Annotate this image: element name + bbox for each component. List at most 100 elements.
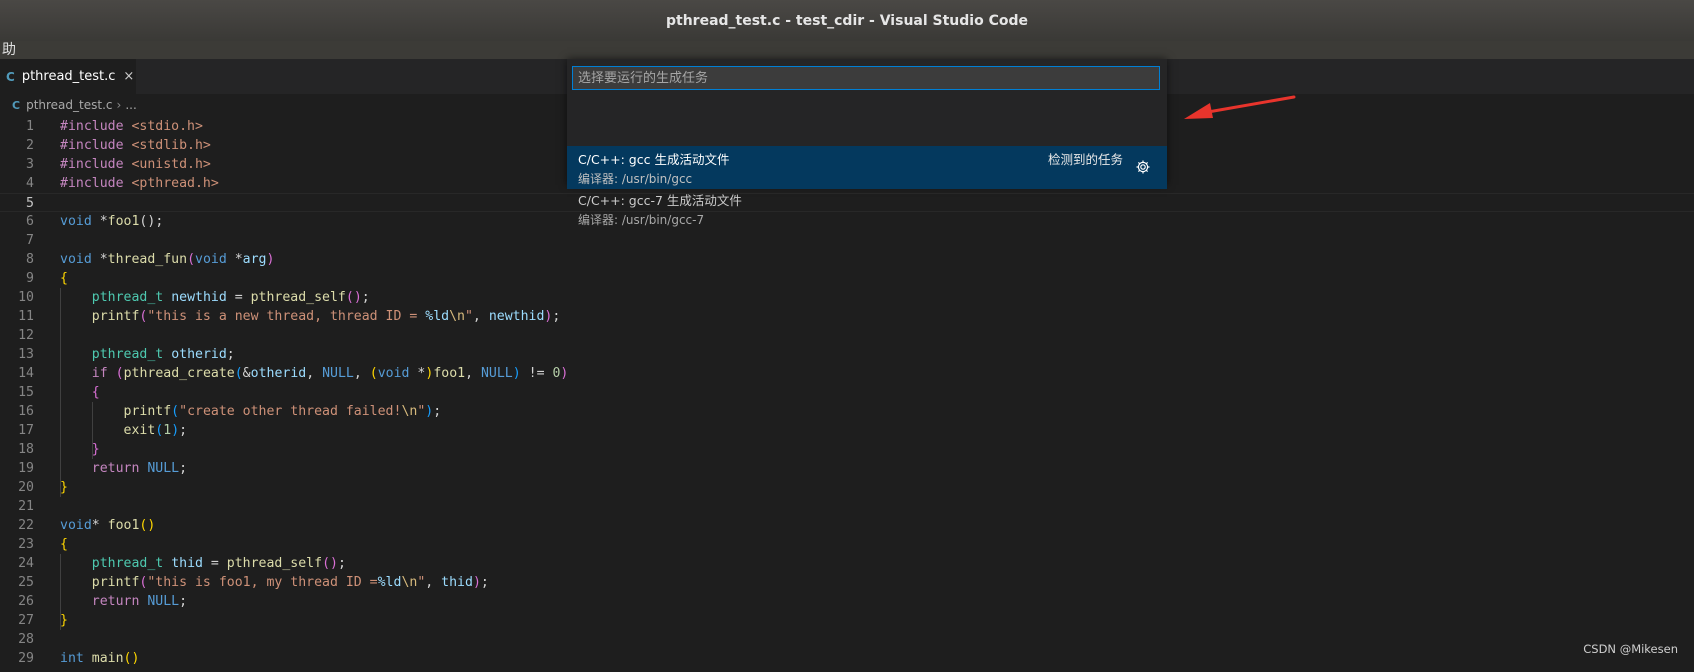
code-token: (: [115, 366, 124, 381]
line-number: 12: [18, 328, 34, 343]
quick-pick-item-gcc-7[interactable]: C/C++: gcc-7 生成活动文件 编译器: /usr/bin/gcc-7: [567, 187, 1167, 230]
code-line[interactable]: 12: [0, 326, 1694, 345]
code-token: void: [377, 366, 410, 381]
close-icon[interactable]: ×: [123, 69, 134, 84]
code-token: ": [464, 309, 473, 324]
code-text: pthread_t thid = pthread_self();: [60, 554, 346, 573]
code-token: NULL: [322, 366, 354, 381]
code-text: {: [60, 383, 100, 402]
menu-bar[interactable]: 助: [0, 41, 1694, 59]
code-token: {: [60, 537, 68, 552]
code-token: 1: [163, 423, 172, 438]
code-line[interactable]: 24 pthread_t thid = pthread_self();: [0, 554, 1694, 573]
code-line[interactable]: 25 printf("this is foo1, my thread ID =%…: [0, 573, 1694, 592]
code-token: {: [91, 385, 100, 400]
code-line[interactable]: 22 void* foo1(): [0, 516, 1694, 535]
code-line[interactable]: 16 printf("create other thread failed!\n…: [0, 402, 1694, 421]
code-line[interactable]: 7: [0, 231, 1694, 250]
code-line[interactable]: 13 pthread_t otherid;: [0, 345, 1694, 364]
code-text: void *foo1();: [60, 212, 163, 231]
code-token: *: [91, 252, 108, 267]
code-token: (): [322, 556, 338, 571]
code-token: ;: [226, 347, 235, 362]
code-token: \n: [401, 575, 418, 590]
code-token: (: [187, 252, 196, 267]
code-line[interactable]: 18 }: [0, 440, 1694, 459]
code-token: %ld: [377, 575, 402, 590]
code-token: ): [512, 366, 521, 381]
code-line[interactable]: 19 return NULL;: [0, 459, 1694, 478]
code-line[interactable]: 11 printf("this is a new thread, thread …: [0, 307, 1694, 326]
code-token: #include: [60, 157, 132, 172]
code-line[interactable]: 29 int main(): [0, 649, 1694, 668]
quick-pick-item-label: C/C++: gcc 生成活动文件: [578, 152, 730, 167]
code-line[interactable]: 26 return NULL;: [0, 592, 1694, 611]
gear-icon[interactable]: [1135, 159, 1151, 175]
code-text: printf("create other thread failed!\n");: [60, 402, 442, 421]
code-token: =: [202, 556, 227, 571]
code-token: if: [91, 366, 108, 381]
code-token: &: [242, 366, 251, 381]
code-token: exit: [123, 423, 156, 438]
quick-pick-item-gcc[interactable]: C/C++: gcc 生成活动文件 编译器: /usr/bin/gcc 检测到的…: [567, 146, 1167, 189]
line-number: 27: [18, 613, 34, 628]
chevron-right-icon: ›: [116, 98, 122, 112]
code-token: foo1: [107, 518, 140, 533]
indent-guide: [60, 554, 61, 630]
line-number: 17: [18, 423, 34, 438]
code-token: return: [91, 594, 140, 609]
code-token: void: [60, 252, 92, 267]
code-token: pthread_self: [226, 556, 323, 571]
code-token: #include: [60, 119, 132, 134]
code-token: (): [139, 214, 156, 229]
code-token: }: [60, 613, 68, 628]
menu-item-help[interactable]: 助: [2, 42, 16, 58]
code-token: ,: [465, 366, 481, 381]
quick-pick-item-description: 检测到的任务: [1047, 152, 1123, 167]
code-token: pthread_self: [250, 290, 346, 305]
code-text: }: [60, 611, 68, 630]
code-token: =: [226, 290, 251, 305]
code-token: main: [91, 651, 124, 666]
breadcrumb-more[interactable]: ...: [125, 98, 136, 112]
code-token: ;: [179, 423, 188, 438]
code-token: ,: [425, 575, 442, 590]
code-text: pthread_t newthid = pthread_self();: [60, 288, 370, 307]
line-number: 4: [26, 176, 34, 191]
code-line[interactable]: 9{: [0, 269, 1694, 288]
code-token: ;: [480, 575, 489, 590]
quick-pick-item-detail: 编译器: /usr/bin/gcc: [578, 172, 693, 186]
code-line[interactable]: 28: [0, 630, 1694, 649]
code-text: if (pthread_create(&otherid, NULL, (void…: [60, 364, 569, 383]
code-token: NULL: [147, 461, 180, 476]
breadcrumb-file[interactable]: pthread_test.c: [26, 98, 112, 112]
code-line[interactable]: 8 void *thread_fun(void *arg): [0, 250, 1694, 269]
code-line[interactable]: 17 exit(1);: [0, 421, 1694, 440]
tab-pthread-test-c[interactable]: C pthread_test.c ×: [0, 59, 136, 94]
code-token: (): [123, 651, 140, 666]
quick-pick-input[interactable]: [572, 66, 1160, 90]
code-line[interactable]: 23 {: [0, 535, 1694, 554]
code-token: pthread_t: [91, 347, 164, 362]
code-token: newthid: [488, 309, 545, 324]
code-line[interactable]: 14 if (pthread_create(&otherid, NULL, (v…: [0, 364, 1694, 383]
code-line[interactable]: 15 {: [0, 383, 1694, 402]
code-line[interactable]: 10 pthread_t newthid = pthread_self();: [0, 288, 1694, 307]
code-line[interactable]: 27}: [0, 611, 1694, 630]
code-line[interactable]: 20}: [0, 478, 1694, 497]
code-line[interactable]: 21: [0, 497, 1694, 516]
code-token: *: [91, 214, 108, 229]
code-token: ;: [155, 214, 164, 229]
code-token: ): [171, 423, 180, 438]
line-number: 7: [26, 233, 34, 248]
code-text: int main(): [60, 649, 139, 668]
code-token: *: [409, 366, 426, 381]
code-token: printf: [91, 309, 140, 324]
code-token: arg: [242, 252, 267, 267]
code-token: "create other thread failed!: [179, 404, 402, 419]
